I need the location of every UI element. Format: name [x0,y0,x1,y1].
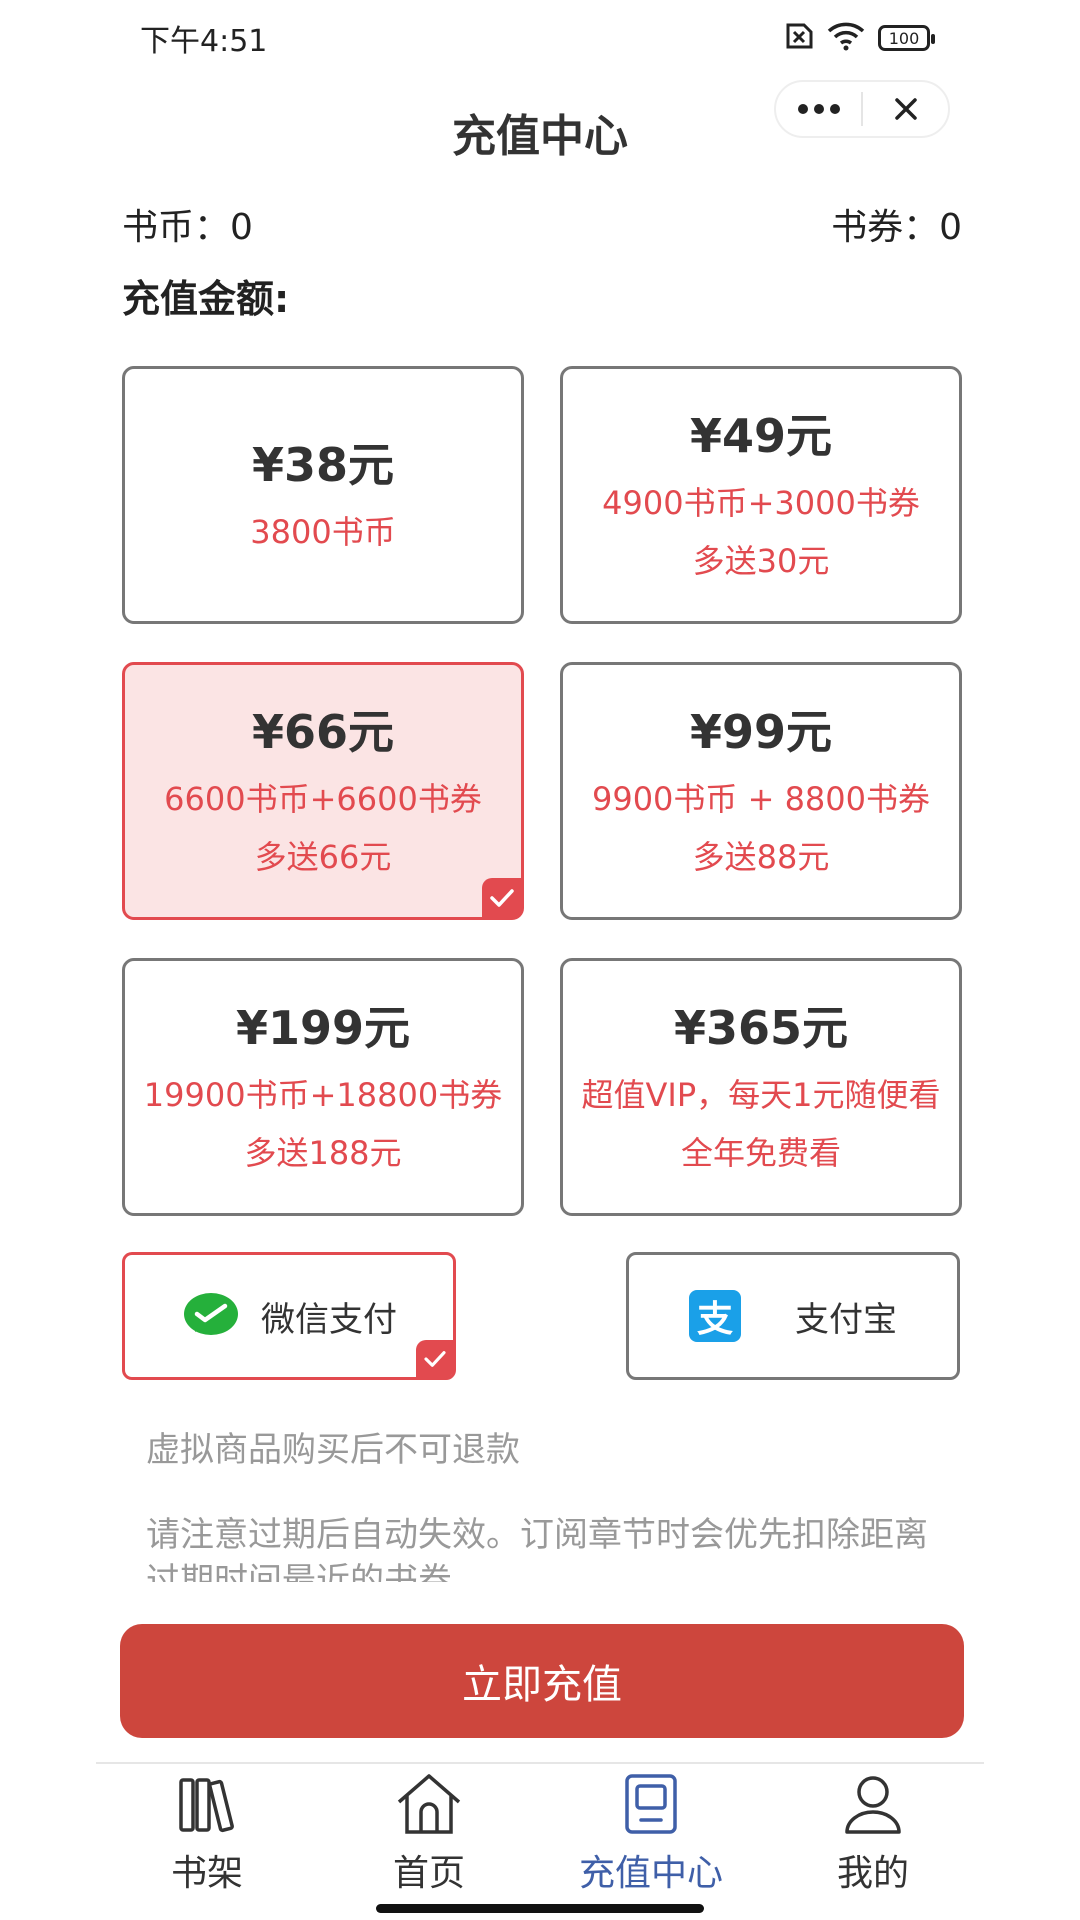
close-button[interactable] [863,82,948,136]
option-bonus: 多送188元 [244,1134,402,1172]
option-detail: 9900书币 + 8800书券 [591,780,931,818]
alipay-label: 支付宝 [795,1299,897,1340]
expiry-note: 请注意过期后自动失效。订阅章节时会优先扣除距离过期时间最近的书券 [146,1515,928,1582]
alipay-button[interactable]: 支 支付宝 [626,1252,960,1380]
alipay-icon: 支 [689,1290,741,1342]
recharge-option-38[interactable]: ¥38元 3800书币 [122,366,524,624]
recharge-option-199[interactable]: ¥199元 19900书币+18800书券 多送188元 [122,958,524,1216]
profile-icon [845,1776,901,1834]
refund-note: 虚拟商品购买后不可退款 [146,1430,520,1470]
recharge-option-66[interactable]: ¥66元 6600书币+6600书券 多送66元 [122,662,524,920]
option-bonus: 多送88元 [692,838,830,876]
bottom-tab-bar: 书架 首页 充值中心 我的 [96,1762,984,1896]
mini-program-capsule [774,80,950,138]
home-indicator [376,1904,704,1913]
tab-recharge-center[interactable]: 充值中心 [540,1764,762,1896]
option-price: ¥38元 [251,438,395,492]
option-detail: 4900书币+3000书券 [602,484,920,522]
tab-home[interactable]: 首页 [318,1764,540,1896]
recharge-now-button[interactable]: 立即充值 [120,1624,964,1738]
tab-label: 我的 [836,1853,909,1894]
no-sim-icon [780,22,814,54]
recharge-option-99[interactable]: ¥99元 9900书币 + 8800书券 多送88元 [560,662,962,920]
wechat-pay-button[interactable]: 微信支付 [122,1252,456,1380]
option-price: ¥199元 [235,1001,411,1055]
wechat-pay-label: 微信支付 [261,1299,397,1340]
battery-icon: 100 [878,25,935,51]
voucher-balance: 书券：0 [831,207,962,248]
option-detail: 19900书币+18800书券 [143,1076,503,1114]
option-detail: 6600书币+6600书券 [164,780,482,818]
more-button[interactable] [776,82,861,136]
close-icon [894,98,917,120]
recharge-option-49[interactable]: ¥49元 4900书币+3000书券 多送30元 [560,366,962,624]
tab-label: 充值中心 [578,1853,723,1894]
bookshelf-icon [179,1778,234,1833]
coin-balance: 书币：0 [122,207,253,248]
tab-label: 书架 [170,1853,243,1894]
home-icon [397,1774,461,1834]
option-bonus: 多送66元 [254,838,392,876]
option-detail: 3800书币 [250,513,396,551]
option-price: ¥49元 [689,409,833,463]
amount-label: 充值金额: [122,277,290,321]
selected-check-icon [416,1340,454,1378]
tab-bookshelf[interactable]: 书架 [96,1764,318,1896]
option-price: ¥66元 [251,705,395,759]
recharge-option-365[interactable]: ¥365元 超值VIP，每天1元随便看 全年免费看 [560,958,962,1216]
status-time: 下午4:51 [140,24,268,59]
tab-label: 首页 [392,1853,465,1894]
tab-profile[interactable]: 我的 [762,1764,984,1896]
wifi-icon [826,21,866,55]
option-bonus: 多送30元 [692,542,830,580]
selected-check-icon [482,878,522,918]
option-price: ¥99元 [689,705,833,759]
recharge-icon [625,1774,677,1834]
status-icons: 100 [780,18,935,58]
more-dots-icon [797,104,840,114]
option-price: ¥365元 [673,1001,849,1055]
option-bonus: 全年免费看 [680,1134,841,1172]
option-detail: 超值VIP，每天1元随便看 [581,1076,941,1114]
wechat-icon [183,1292,239,1340]
